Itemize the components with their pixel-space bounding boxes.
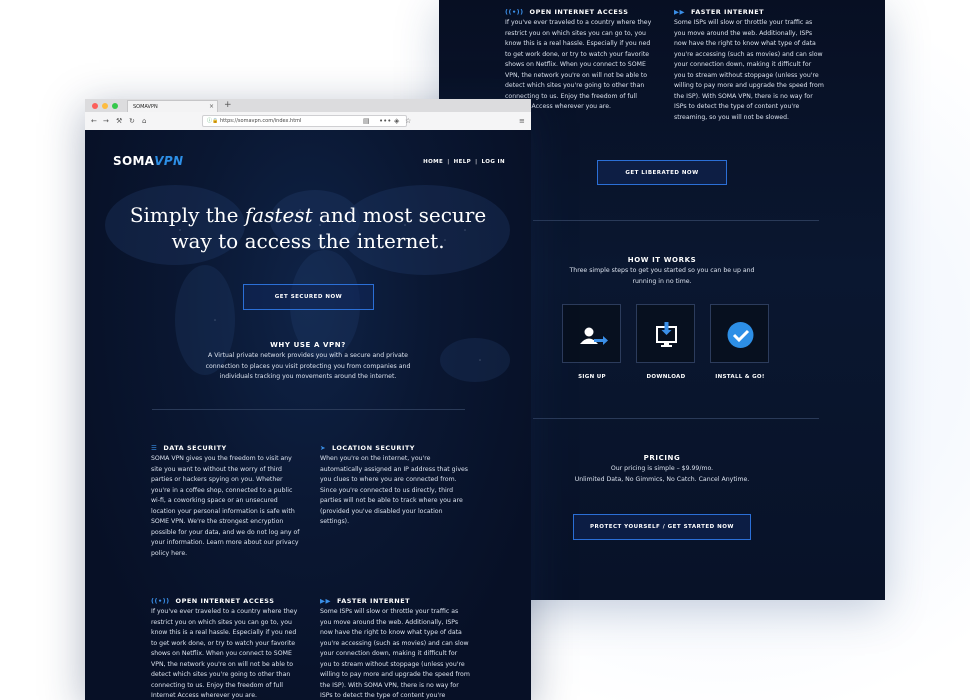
check-circle-icon (727, 322, 754, 348)
section-divider (533, 418, 819, 419)
bookmark-star-icon[interactable]: ☆ (405, 115, 411, 127)
tab-bar: SOMAVPN × + (85, 99, 531, 112)
section-divider (152, 409, 465, 410)
fast-forward-icon: ▶▶ (674, 8, 685, 16)
step-label-install: INSTALL & GO! (715, 374, 765, 380)
forward-icon[interactable]: → (103, 115, 109, 127)
get-secured-button[interactable]: GET SECURED NOW (243, 284, 374, 310)
nav-help-link[interactable]: HELP (454, 159, 472, 165)
why-vpn-text: A Virtual private network provides you w… (205, 352, 411, 380)
feature-text-location-security: When you're on the internet, you're auto… (320, 455, 469, 525)
menu-icon[interactable]: ≡ (519, 115, 525, 127)
why-vpn-title: WHY USE A VPN? (270, 341, 346, 349)
feature-text-faster-internet: Some ISPs will slow or throttle your tra… (674, 19, 824, 121)
browser-window: SOMAVPN × + ← → ⚒ ↻ ⌂ ⓘ🔒 https://somavpn… (85, 99, 531, 700)
back-icon[interactable]: ← (91, 115, 97, 127)
pocket-icon[interactable]: ◈ (394, 115, 399, 127)
feature-title-faster-internet: ▶▶ FASTER INTERNET (320, 597, 411, 605)
feature-text-faster-internet: Some ISPs will slow or throttle your tra… (320, 608, 470, 699)
nav-home-link[interactable]: HOME (423, 159, 443, 165)
navigation-toolbar: ← → ⚒ ↻ ⌂ ⓘ🔒 https://somavpn.com/index.h… (85, 112, 531, 130)
webpage: SOMAVPN HOME | HELP | LOG IN Simply the fast… (85, 130, 531, 700)
nav-login-link[interactable]: LOG IN (482, 159, 505, 165)
get-liberated-button[interactable]: GET LIBERATED NOW (597, 160, 727, 185)
feature-text-open-internet: If you've ever traveled to a country whe… (151, 608, 298, 699)
close-window-button[interactable] (92, 103, 98, 109)
hero-headline: Simply the fastest and most secure way t… (129, 203, 487, 253)
location-arrow-icon: ➤ (320, 444, 326, 452)
reader-view-icon[interactable]: ▤ (363, 115, 370, 127)
site-logo[interactable]: SOMAVPN (113, 154, 183, 168)
step-install-tile (710, 304, 769, 363)
browser-chrome: SOMAVPN × + ← → ⚒ ↻ ⌂ ⓘ🔒 https://somavpn… (85, 99, 531, 131)
step-sign-up-tile (562, 304, 621, 363)
user-arrow-icon (580, 327, 608, 345)
database-icon: ☰ (151, 444, 158, 452)
step-download-tile (636, 304, 695, 363)
tools-icon[interactable]: ⚒ (116, 115, 122, 127)
feature-title-data-security: ☰ DATA SECURITY (151, 444, 227, 452)
fast-forward-icon: ▶▶ (320, 597, 331, 605)
more-actions-icon[interactable]: ••• (379, 115, 391, 127)
address-bar[interactable]: ⓘ🔒 https://somavpn.com/index.html (202, 115, 407, 127)
feature-title-open-internet: ((•)) OPEN INTERNET ACCESS (151, 597, 275, 605)
lock-icon: ⓘ🔒 (207, 118, 219, 124)
feature-text-data-security: SOMA VPN gives you the freedom to visit … (151, 455, 300, 557)
tab-title: SOMAVPN (133, 104, 158, 110)
broadcast-icon: ((•)) (151, 597, 170, 605)
feature-title-location-security: ➤ LOCATION SECURITY (320, 444, 415, 452)
minimize-window-button[interactable] (102, 103, 108, 109)
browser-tab[interactable]: SOMAVPN × (127, 100, 218, 112)
top-navigation: HOME | HELP | LOG IN (423, 159, 505, 165)
nav-separator: | (475, 159, 478, 165)
new-tab-button[interactable]: + (224, 99, 232, 111)
step-label-download: DOWNLOAD (646, 374, 686, 380)
url-text: https://somavpn.com/index.html (220, 118, 302, 124)
feature-title-faster-internet: ▶▶ FASTER INTERNET (674, 8, 765, 16)
how-it-works-text: Three simple steps to get you started so… (569, 267, 755, 285)
section-divider (533, 220, 819, 221)
protect-yourself-button[interactable]: PROTECT YOURSELF / GET STARTED NOW (573, 514, 751, 540)
home-icon[interactable]: ⌂ (142, 115, 146, 127)
step-label-sign-up: SIGN UP (578, 374, 606, 380)
reload-icon[interactable]: ↻ (129, 115, 135, 127)
nav-separator: | (447, 159, 450, 165)
broadcast-icon: ((•)) (505, 8, 524, 16)
maximize-window-button[interactable] (112, 103, 118, 109)
download-monitor-icon (656, 322, 677, 347)
feature-title-open-internet: ((•)) OPEN INTERNET ACCESS (505, 8, 629, 16)
